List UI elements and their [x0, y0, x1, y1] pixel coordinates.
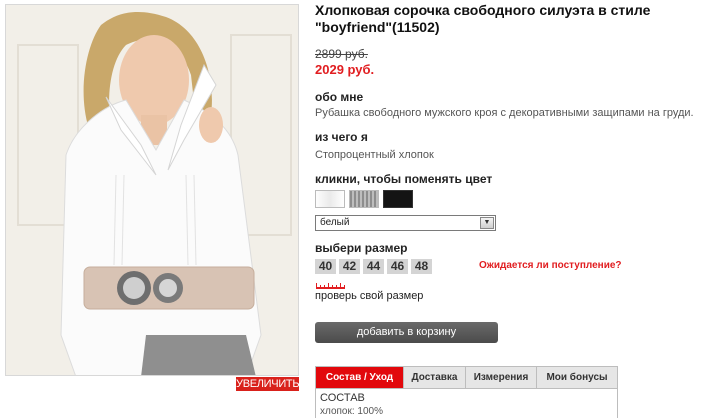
tab-bonuses[interactable]: Мои бонусы — [536, 367, 617, 388]
ruler-icon — [316, 283, 345, 289]
product-title-line2: "boyfriend"(11502) — [315, 19, 440, 35]
size-heading: выбери размер — [315, 241, 408, 255]
tab-measurements[interactable]: Измерения — [465, 367, 536, 388]
availability-link[interactable]: Ожидается ли поступление? — [479, 260, 622, 271]
size-options: 40 42 44 46 48 — [315, 259, 432, 274]
size-42[interactable]: 42 — [339, 259, 360, 274]
about-heading: обо мне — [315, 90, 364, 104]
tab-panel-text: хлопок: 100% — [320, 406, 383, 417]
size-40[interactable]: 40 — [315, 259, 336, 274]
about-text: Рубашка свободного мужского кроя с декор… — [315, 107, 694, 119]
product-title-line1: Хлопковая сорочка свободного силуэта в с… — [315, 2, 651, 18]
info-tabs: Состав / Уход Доставка Измерения Мои бон… — [315, 366, 618, 389]
new-price: 2029 руб. — [315, 62, 375, 77]
tab-composition[interactable]: Состав / Уход — [316, 367, 403, 388]
product-title: Хлопковая сорочка свободного силуэта в с… — [315, 2, 715, 36]
material-text: Стопроцентный хлопок — [315, 149, 434, 161]
tab-delivery[interactable]: Доставка — [403, 367, 465, 388]
size-48[interactable]: 48 — [411, 259, 432, 274]
chevron-down-icon[interactable]: ▼ — [480, 217, 494, 229]
material-heading: из чего я — [315, 130, 368, 144]
model-illustration — [6, 5, 298, 375]
swatch-black[interactable] — [383, 190, 413, 208]
color-select[interactable]: белый ▼ — [315, 215, 496, 231]
product-image[interactable] — [5, 4, 299, 376]
color-select-value: белый — [320, 217, 350, 228]
tab-panel-heading: СОСТАВ — [320, 392, 365, 404]
old-price: 2899 руб. — [315, 47, 368, 61]
size-46[interactable]: 46 — [387, 259, 408, 274]
swatch-grey[interactable] — [349, 190, 379, 208]
add-to-cart-button[interactable]: добавить в корзину — [315, 322, 498, 343]
zoom-button[interactable]: УВЕЛИЧИТЬ — [236, 377, 300, 391]
size-44[interactable]: 44 — [363, 259, 384, 274]
check-size-link[interactable]: проверь свой размер — [315, 290, 423, 302]
color-heading: кликни, чтобы поменять цвет — [315, 172, 493, 186]
color-swatches — [315, 190, 413, 208]
swatch-white[interactable] — [315, 190, 345, 208]
